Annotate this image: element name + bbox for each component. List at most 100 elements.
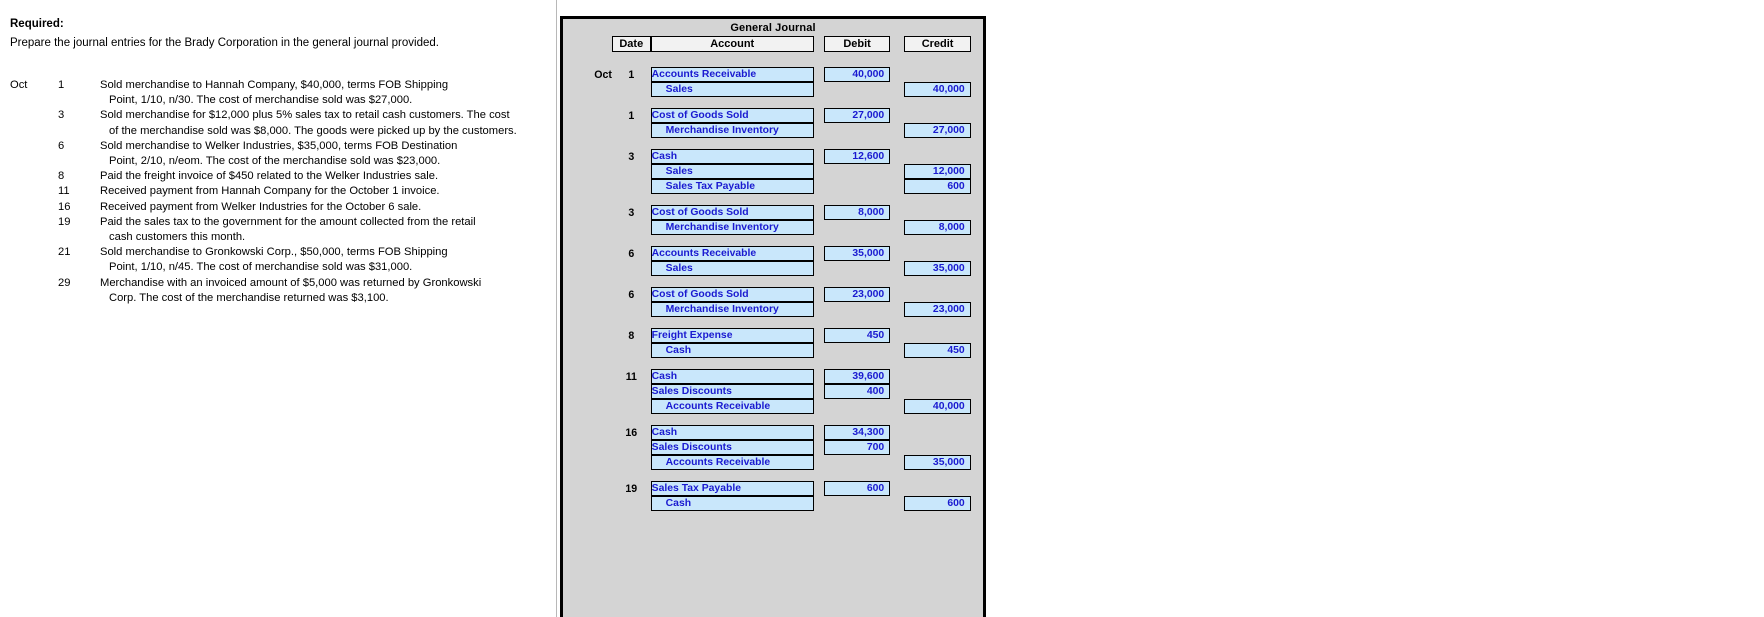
journal-debit-cell[interactable]: 450	[823, 328, 891, 343]
journal-account-cell[interactable]: Accounts Receivable	[650, 455, 814, 470]
general-journal-panel: General Journal Date Account Debit Credit Oc…	[560, 16, 986, 617]
spacer-cell	[563, 470, 983, 481]
journal-debit-cell[interactable]: 400	[823, 384, 891, 399]
header-gap	[890, 36, 904, 52]
journal-date	[612, 179, 651, 194]
journal-debit-cell[interactable]: 27,000	[823, 108, 891, 123]
journal-account-cell[interactable]: Merchandise Inventory	[650, 302, 814, 317]
journal-account-cell[interactable]: Cost of Goods Sold	[650, 205, 814, 220]
journal-entry-row: Sales Discounts 700	[563, 440, 983, 455]
journal-date: 3	[628, 150, 635, 163]
journal-entry-row: 6 Cost of Goods Sold 23,000	[563, 287, 983, 302]
journal-account-cell[interactable]: Cash	[650, 149, 814, 164]
gap-cell	[814, 343, 824, 358]
journal-account-cell[interactable]: Sales Tax Payable	[650, 179, 814, 194]
journal-account-cell[interactable]: Merchandise Inventory	[650, 123, 814, 138]
journal-account-cell[interactable]: Cash	[650, 369, 814, 384]
journal-credit-cell	[904, 369, 970, 384]
journal-account-cell[interactable]: Sales	[650, 82, 814, 97]
gap-cell	[814, 425, 824, 440]
journal-account-cell[interactable]: Freight Expense	[650, 328, 814, 343]
journal-account-cell[interactable]: Cash	[650, 425, 814, 440]
journal-credit-cell[interactable]: 600	[904, 496, 971, 511]
journal-debit-cell[interactable]: 35,000	[823, 246, 891, 261]
journal-date: 8	[628, 329, 635, 342]
journal-debit-cell[interactable]: 600	[823, 481, 891, 496]
journal-account-cell[interactable]: Cash	[650, 496, 814, 511]
journal-credit-cell[interactable]: 40,000	[904, 82, 971, 97]
gap-cell	[814, 261, 824, 276]
journal-credit-cell[interactable]: 12,000	[904, 164, 971, 179]
transaction-description-line: of the merchandise sold was $8,000. The …	[109, 124, 517, 137]
gap-cell	[890, 123, 904, 138]
journal-debit-cell[interactable]: 23,000	[823, 287, 891, 302]
gap-cell	[890, 164, 904, 179]
journal-date	[612, 455, 651, 470]
journal-debit-cell	[824, 123, 890, 138]
journal-credit-cell[interactable]: 600	[904, 179, 971, 194]
transaction-description-line: Sold merchandise to Hannah Company, $40,…	[100, 79, 449, 91]
journal-month	[563, 481, 612, 496]
journal-account-cell[interactable]: Accounts Receivable	[650, 67, 814, 82]
pad-cell	[971, 261, 983, 276]
journal-credit-cell[interactable]: 35,000	[904, 455, 971, 470]
journal-credit-cell[interactable]: 23,000	[904, 302, 971, 317]
journal-debit-cell[interactable]: 8,000	[823, 205, 891, 220]
journal-entry-row: Sales Tax Payable 600	[563, 179, 983, 194]
journal-debit-cell[interactable]: 39,600	[823, 369, 891, 384]
spacer-cell	[563, 235, 983, 246]
spacer-row	[563, 138, 983, 149]
pad-cell	[971, 220, 983, 235]
journal-month	[563, 496, 612, 511]
journal-month	[563, 328, 612, 343]
gap-cell	[814, 481, 824, 496]
journal-credit-cell[interactable]: 8,000	[904, 220, 971, 235]
spacer-row	[563, 317, 983, 328]
journal-account-cell[interactable]: Accounts Receivable	[650, 399, 814, 414]
transaction-description-line: Paid the sales tax to the government for…	[100, 215, 476, 228]
journal-account-cell[interactable]: Accounts Receivable	[650, 246, 814, 261]
gap-cell	[814, 123, 824, 138]
journal-entry-row: 11 Cash 39,600	[563, 369, 983, 384]
journal-account-cell[interactable]: Cost of Goods Sold	[650, 108, 814, 123]
journal-credit-cell[interactable]: 27,000	[904, 123, 971, 138]
transaction-month	[10, 215, 58, 245]
journal-entry-row: 3 Cost of Goods Sold 8,000	[563, 205, 983, 220]
journal-account-cell[interactable]: Sales	[650, 164, 814, 179]
journal-debit-cell[interactable]: 34,300	[823, 425, 891, 440]
journal-account-cell[interactable]: Sales Discounts	[650, 384, 814, 399]
pad-cell	[971, 425, 983, 440]
journal-month	[563, 384, 612, 399]
journal-debit-cell	[824, 82, 890, 97]
journal-account-cell[interactable]: Sales Tax Payable	[650, 481, 814, 496]
journal-credit-cell[interactable]: 450	[904, 343, 971, 358]
journal-debit-cell[interactable]: 12,600	[823, 149, 891, 164]
pad-cell	[971, 179, 983, 194]
journal-account-cell[interactable]: Cost of Goods Sold	[650, 287, 814, 302]
journal-credit-cell[interactable]: 35,000	[904, 261, 971, 276]
journal-entry-row: 16 Cash 34,300	[563, 425, 983, 440]
journal-debit-cell[interactable]: 40,000	[823, 67, 891, 82]
journal-account-cell[interactable]: Merchandise Inventory	[650, 220, 814, 235]
journal-credit-cell[interactable]: 40,000	[904, 399, 971, 414]
journal-credit-cell	[904, 205, 970, 220]
spacer-row	[563, 358, 983, 369]
transaction-description-line: Merchandise with an invoiced amount of $…	[100, 276, 482, 289]
journal-account-cell[interactable]: Sales	[650, 261, 814, 276]
transaction-day: 11	[58, 185, 70, 198]
spacer-cell	[563, 511, 983, 522]
journal-debit-cell	[824, 179, 890, 194]
journal-debit-cell[interactable]: 700	[823, 440, 891, 455]
gap-cell	[814, 455, 824, 470]
journal-month	[563, 108, 612, 123]
journal-month	[563, 149, 612, 164]
transaction-day: 6	[58, 139, 65, 152]
transaction-day: 21	[58, 246, 71, 259]
journal-account-cell[interactable]: Cash	[650, 343, 814, 358]
journal-header-row: Date Account Debit Credit	[563, 36, 983, 52]
journal-account-cell[interactable]: Sales Discounts	[650, 440, 814, 455]
spacer-cell	[563, 138, 983, 149]
pad-cell	[971, 399, 983, 414]
journal-entry-row: 6 Accounts Receivable 35,000	[563, 246, 983, 261]
spacer-row	[563, 97, 983, 108]
